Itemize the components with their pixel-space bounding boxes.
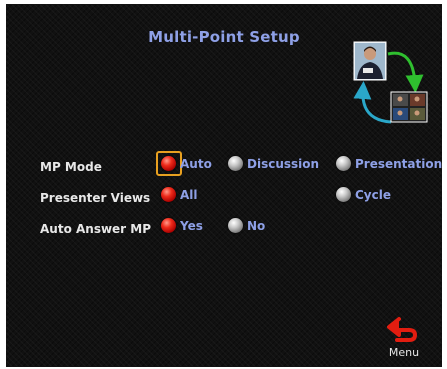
option-label: Presentation <box>355 156 442 171</box>
radio-selected-icon <box>161 218 176 233</box>
multipoint-illustration <box>353 41 428 124</box>
radio-unselected-icon <box>336 156 351 171</box>
mp-mode-option-presentation[interactable]: Presentation <box>336 156 442 171</box>
option-label: Cycle <box>355 187 391 202</box>
option-label: No <box>247 218 266 233</box>
mp-mode-option-auto[interactable]: Auto <box>161 156 212 171</box>
auto-answer-option-no[interactable]: No <box>228 218 265 233</box>
presenter-views-option-cycle[interactable]: Cycle <box>336 187 391 202</box>
presenter-views-label: Presenter Views <box>40 191 151 205</box>
option-label: Auto <box>180 156 212 171</box>
radio-unselected-icon <box>336 187 351 202</box>
presenter-views-option-all[interactable]: All <box>161 187 198 202</box>
option-label: Yes <box>180 218 203 233</box>
mp-mode-option-discussion[interactable]: Discussion <box>228 156 319 171</box>
mp-mode-label: MP Mode <box>40 160 102 174</box>
option-label: All <box>180 187 198 202</box>
back-arrow-icon <box>387 317 417 342</box>
auto-answer-mp-label: Auto Answer MP <box>40 222 152 236</box>
multipoint-setup-screen: Multi-Point Setup MP Mode Auto Discussio… <box>6 4 442 367</box>
radio-selected-icon <box>161 156 176 171</box>
menu-label: Menu <box>388 346 420 359</box>
menu-button[interactable]: Menu <box>384 316 424 360</box>
radio-selected-icon <box>161 187 176 202</box>
auto-answer-option-yes[interactable]: Yes <box>161 218 203 233</box>
radio-unselected-icon <box>228 218 243 233</box>
radio-unselected-icon <box>228 156 243 171</box>
option-label: Discussion <box>247 156 320 171</box>
